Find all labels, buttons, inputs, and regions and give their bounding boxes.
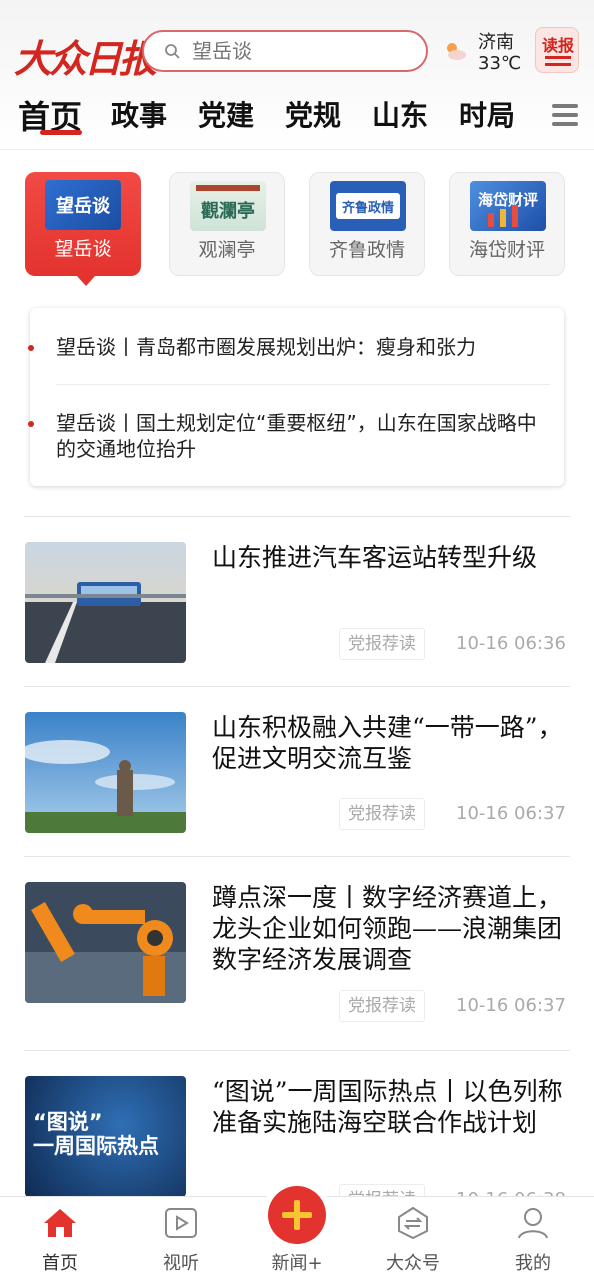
divider xyxy=(56,384,550,385)
home-icon xyxy=(44,1209,76,1237)
haidai-caiping-logo: 海岱财评 xyxy=(470,181,546,231)
column-tile-label: 海岱财评 xyxy=(468,239,545,261)
tab-label: 我的 xyxy=(515,1253,551,1274)
column-tile-label: 望岳谈 xyxy=(54,238,112,260)
read-newspaper-label: 读报 xyxy=(542,36,575,55)
news-plus-button[interactable] xyxy=(268,1186,326,1244)
news-tag: 党报荐读 xyxy=(339,798,425,830)
news-thumbnail-bus xyxy=(25,542,186,663)
tab-label: 首页 xyxy=(42,1253,78,1274)
nav-active-indicator xyxy=(40,130,82,135)
nav-tab-current-affairs[interactable]: 时局 xyxy=(459,94,515,134)
search-box[interactable] xyxy=(142,30,428,72)
news-thumbnail-robot-arm xyxy=(25,882,186,1003)
svg-text:齐鲁政情: 齐鲁政情 xyxy=(342,200,394,216)
news-item[interactable]: 山东积极融入共建“一带一路”，促进文明交流互鉴 党报荐读 10-16 06:37 xyxy=(0,712,594,862)
news-item[interactable]: 蹲点深一度丨数字经济赛道上，龙头企业如何领跑——浪潮集团数字经济发展调查 党报荐… xyxy=(0,882,594,1032)
tab-dazhonghao[interactable]: 大众号 xyxy=(368,1197,458,1280)
divider xyxy=(24,686,570,687)
column-tiles: 望岳谈 望岳谈 觀瀾亭 观澜亭 齐鲁政情 齐鲁政情 海岱财评 海岱财评 xyxy=(0,172,594,286)
weather-city[interactable]: 济南 xyxy=(478,28,514,54)
tushuo-thumb-text: “图说” 一周国际热点 xyxy=(33,1110,159,1158)
search-input[interactable] xyxy=(192,36,412,66)
news-tag: 党报荐读 xyxy=(339,628,425,660)
nav-tab-party-rules[interactable]: 党规 xyxy=(285,94,341,134)
nav-tab-party-building[interactable]: 党建 xyxy=(198,94,254,134)
wangyuetan-logo: 望岳谈 xyxy=(45,180,121,230)
search-icon xyxy=(165,44,180,59)
divider xyxy=(24,856,570,857)
svg-text:觀瀾亭: 觀瀾亭 xyxy=(201,200,255,222)
user-icon xyxy=(518,1208,548,1239)
tab-label: 新闻+ xyxy=(271,1253,323,1274)
news-time: 10-16 06:36 xyxy=(456,633,566,654)
news-thumbnail-tushuo: “图说” 一周国际热点 xyxy=(25,1076,186,1197)
news-time: 10-16 06:37 xyxy=(456,803,566,824)
news-thumbnail-statue xyxy=(25,712,186,833)
plus-icon xyxy=(282,1200,312,1230)
tab-label: 大众号 xyxy=(386,1253,440,1274)
news-title[interactable]: “图说”一周国际热点丨以色列称准备实施陆海空联合作战计划 xyxy=(212,1076,564,1138)
header: 大众日报 济南 33℃ 读报 首页 政事 党建 党规 山东 时局 xyxy=(0,0,594,150)
column-tile-haidai-caiping[interactable]: 海岱财评 海岱财评 xyxy=(449,172,565,276)
menu-icon[interactable] xyxy=(552,104,578,126)
app-logo[interactable]: 大众日报 xyxy=(14,28,157,83)
headlines-card: 望岳谈丨青岛都市圈发展规划出炉：瘦身和张力 望岳谈丨国土规划定位“重要枢纽”，山… xyxy=(28,308,564,486)
tab-label: 视听 xyxy=(163,1253,199,1274)
read-newspaper-button[interactable]: 读报 xyxy=(535,27,579,73)
column-tile-qilu-zhengqing[interactable]: 齐鲁政情 齐鲁政情 xyxy=(309,172,425,276)
column-tile-label: 齐鲁政情 xyxy=(328,239,405,261)
tab-video[interactable]: 视听 xyxy=(136,1197,226,1280)
column-tile-wangyuetan[interactable]: 望岳谈 望岳谈 xyxy=(25,172,141,286)
newspaper-icon xyxy=(545,56,571,66)
news-title[interactable]: 山东推进汽车客运站转型升级 xyxy=(212,542,564,573)
refresh-icon xyxy=(398,1206,428,1240)
channel-nav: 首页 政事 党建 党规 山东 时局 xyxy=(0,90,594,140)
news-tag: 党报荐读 xyxy=(339,990,425,1022)
svg-text:望岳谈: 望岳谈 xyxy=(56,195,111,217)
news-item[interactable]: 山东推进汽车客运站转型升级 党报荐读 10-16 06:36 xyxy=(0,542,594,692)
divider xyxy=(24,516,570,517)
qilu-zhengqing-logo: 齐鲁政情 xyxy=(330,181,406,231)
headline-item[interactable]: 望岳谈丨青岛都市圈发展规划出炉：瘦身和张力 xyxy=(28,334,546,360)
weather-icon xyxy=(447,43,466,60)
column-tile-label: 观澜亭 xyxy=(198,239,256,261)
headline-item[interactable]: 望岳谈丨国土规划定位“重要枢纽”，山东在国家战略中的交通地位抬升 xyxy=(28,410,546,462)
nav-tab-shandong[interactable]: 山东 xyxy=(372,94,428,134)
news-time: 10-16 06:37 xyxy=(456,995,566,1016)
divider xyxy=(24,1050,570,1051)
news-title[interactable]: 蹲点深一度丨数字经济赛道上，龙头企业如何领跑——浪潮集团数字经济发展调查 xyxy=(212,882,564,975)
column-tile-guanlanting[interactable]: 觀瀾亭 观澜亭 xyxy=(169,172,285,276)
video-icon xyxy=(165,1208,197,1238)
nav-tab-politics[interactable]: 政事 xyxy=(111,94,167,134)
tab-mine[interactable]: 我的 xyxy=(488,1197,578,1280)
app-screen: 大众日报 济南 33℃ 读报 首页 政事 党建 党规 山东 时局 xyxy=(0,0,594,1280)
tab-home[interactable]: 首页 xyxy=(15,1197,105,1280)
news-title[interactable]: 山东积极融入共建“一带一路”，促进文明交流互鉴 xyxy=(212,712,564,774)
guanlanting-logo: 觀瀾亭 xyxy=(190,181,266,231)
svg-text:海岱财评: 海岱财评 xyxy=(478,191,538,209)
weather-temperature: 33℃ xyxy=(478,53,522,74)
